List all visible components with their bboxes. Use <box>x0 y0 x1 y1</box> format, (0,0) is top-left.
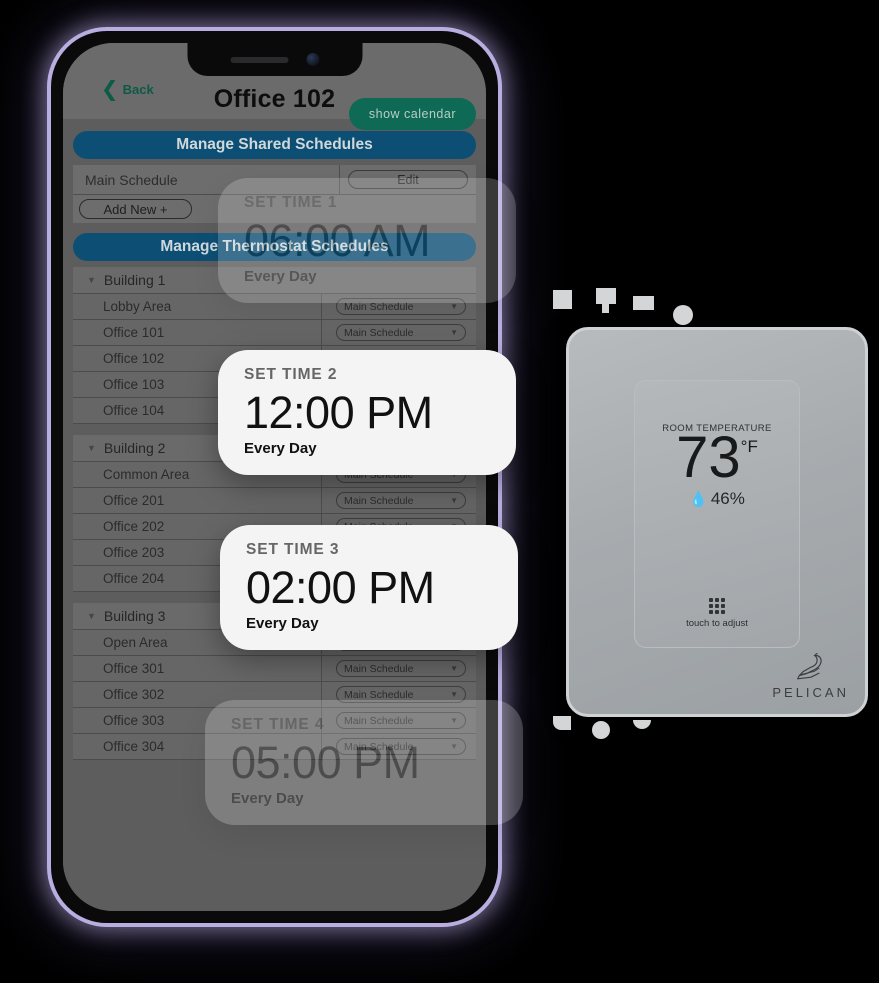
zone-divider <box>321 488 322 513</box>
zone-row[interactable]: Office 201 Main Schedule ▼ <box>73 488 476 514</box>
pixel-decoration <box>596 288 616 304</box>
zone-divider <box>321 320 322 345</box>
zone-row[interactable]: Office 101 Main Schedule ▼ <box>73 320 476 346</box>
chevron-down-icon: ▼ <box>450 690 458 699</box>
zone-schedule-value: Main Schedule <box>344 662 414 675</box>
pixel-decoration <box>592 721 610 739</box>
zone-schedule-value: Main Schedule <box>344 326 414 339</box>
pixel-decoration <box>633 296 654 310</box>
chevron-down-icon: ▼ <box>450 496 458 505</box>
triangle-down-icon: ▼ <box>87 275 96 285</box>
set-time-value: 12:00 PM <box>244 387 433 438</box>
zone-schedule-select[interactable]: Main Schedule ▼ <box>336 324 466 341</box>
show-calendar-button[interactable]: show calendar <box>348 98 476 130</box>
set-time-label: SET TIME 4 <box>231 716 325 733</box>
zone-divider <box>321 656 322 681</box>
set-time-label: SET TIME 1 <box>244 194 338 211</box>
zone-schedule-select[interactable]: Main Schedule ▼ <box>336 492 466 509</box>
humidity-value: 46% <box>710 489 745 509</box>
phone-notch <box>187 43 362 76</box>
set-time-card-1[interactable]: SET TIME 1 06:00 AM Every Day <box>218 178 516 303</box>
set-time-days: Every Day <box>244 267 317 285</box>
building-label: Building 1 <box>103 272 166 288</box>
set-time-days: Every Day <box>246 614 319 632</box>
zone-name: Office 201 <box>103 493 165 508</box>
thermostat-device: ROOM TEMPERATURE 73 °F 💧 46% touch to ad… <box>566 327 868 717</box>
water-drop-icon: 💧 <box>689 491 708 509</box>
pixel-decoration <box>602 304 609 313</box>
dot-grid-icon <box>709 598 725 614</box>
pixel-decoration <box>633 720 651 729</box>
building-label: Building 2 <box>103 440 166 456</box>
set-time-card-2[interactable]: SET TIME 2 12:00 PM Every Day <box>218 350 516 475</box>
temperature-value: 73 <box>676 425 741 490</box>
pixel-decoration <box>673 305 693 325</box>
set-time-days: Every Day <box>231 789 304 807</box>
triangle-down-icon: ▼ <box>87 611 96 621</box>
set-time-value: 02:00 PM <box>246 562 435 613</box>
speaker-slot-icon <box>230 56 288 63</box>
set-time-card-3[interactable]: SET TIME 3 02:00 PM Every Day <box>220 525 518 650</box>
set-time-label: SET TIME 3 <box>246 541 340 558</box>
pixel-decoration <box>553 290 572 309</box>
zone-name: Office 101 <box>103 325 165 340</box>
set-time-card-4[interactable]: SET TIME 4 05:00 PM Every Day <box>205 700 523 825</box>
pixel-decoration <box>553 716 571 730</box>
front-camera-icon <box>306 53 319 66</box>
triangle-down-icon: ▼ <box>87 443 96 453</box>
set-time-days: Every Day <box>244 439 317 457</box>
zone-schedule-select[interactable]: Main Schedule ▼ <box>336 660 466 677</box>
brand-block: PELICAN <box>772 653 849 700</box>
brand-name: PELICAN <box>772 685 849 700</box>
set-time-value: 05:00 PM <box>231 737 420 788</box>
zone-name: Office 301 <box>103 661 165 676</box>
temperature-readout: 73 °F <box>676 425 758 490</box>
temperature-unit: °F <box>740 437 758 456</box>
manage-shared-schedules-banner[interactable]: Manage Shared Schedules <box>73 131 476 159</box>
zone-row[interactable]: Office 301 Main Schedule ▼ <box>73 656 476 682</box>
zone-schedule-value: Main Schedule <box>344 494 414 507</box>
add-new-button[interactable]: Add New + <box>79 199 192 219</box>
chevron-down-icon: ▼ <box>450 664 458 673</box>
zone-schedule-value: Main Schedule <box>344 688 414 701</box>
building-label: Building 3 <box>103 608 166 624</box>
chevron-down-icon: ▼ <box>450 302 458 311</box>
touch-to-adjust-block[interactable]: touch to adjust <box>635 598 799 629</box>
chevron-down-icon: ▼ <box>450 328 458 337</box>
set-time-value: 06:00 AM <box>244 215 431 266</box>
pelican-bird-icon <box>796 653 822 680</box>
thermostat-screen[interactable]: ROOM TEMPERATURE 73 °F 💧 46% touch to ad… <box>634 380 800 648</box>
humidity-readout: 💧 46% <box>689 489 745 509</box>
touch-to-adjust-label: touch to adjust <box>686 618 748 629</box>
set-time-label: SET TIME 2 <box>244 366 338 383</box>
